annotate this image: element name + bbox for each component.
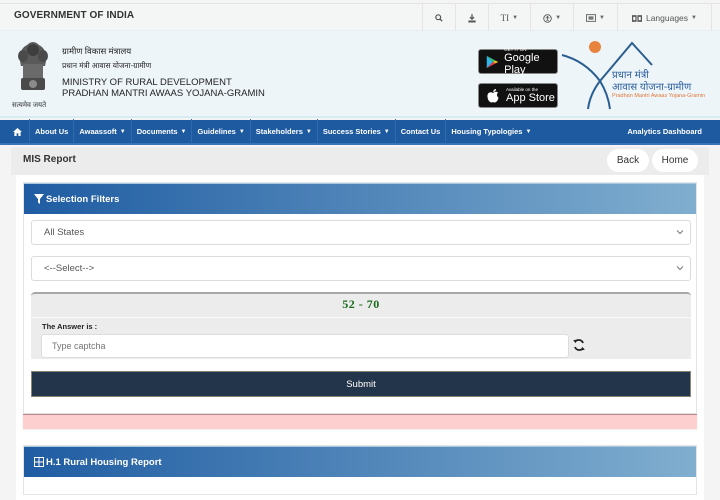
secondary-select[interactable]: <--Select-->	[31, 256, 691, 281]
table-icon	[34, 457, 44, 467]
secondary-select-value: <--Select-->	[44, 263, 95, 274]
nav-label: About Us	[35, 127, 69, 136]
pmay-logo-english: Pradhan Mantri Awaas Yojana-Gramin	[612, 93, 706, 99]
utility-tools: TI ▼ ▼ ▼ Languages ▼	[421, 4, 712, 32]
nav-about-us[interactable]: About Us	[30, 119, 75, 144]
chevron-down-icon: ▼	[180, 128, 187, 135]
hindi-scheme-name: प्रधान मंत्री आवास योजना-ग्रामीण	[62, 61, 152, 70]
selection-filters-header: Selection Filters	[24, 183, 696, 214]
nav-label: Stakeholders	[255, 127, 303, 136]
captcha-answer-label: The Answer is :	[42, 322, 98, 331]
google-play-big-text: Google Play	[504, 52, 540, 76]
pmay-logo-hindi-line2: आवास योजना-ग्रामीण	[612, 82, 692, 93]
languages-label: Languages	[645, 13, 689, 23]
chevron-down-icon: ▼	[383, 128, 390, 135]
search-button[interactable]	[421, 4, 455, 32]
nav-label: Contact Us	[400, 127, 441, 136]
scheme-name: PRADHAN MANTRI AWAAS YOJANA-GRAMIN	[62, 88, 265, 99]
nav-awaassoft[interactable]: Awaassoft ▼	[74, 119, 132, 144]
captcha-input[interactable]	[41, 334, 569, 358]
nav-label: Housing Typologies	[451, 127, 523, 136]
google-play-button[interactable]: GET IT ON Google Play	[478, 47, 558, 76]
refresh-captcha-icon[interactable]	[572, 338, 586, 352]
accessibility-icon	[543, 13, 552, 23]
home-button[interactable]: Home	[652, 149, 698, 172]
text-size-icon: TI	[500, 13, 510, 23]
language-icon	[631, 14, 642, 22]
filter-icon	[34, 194, 44, 204]
state-select-value: All States	[44, 227, 85, 238]
main-content: Selection Filters All States <--Select--…	[16, 175, 704, 500]
captcha-divider	[31, 317, 691, 318]
google-play-icon	[486, 55, 499, 68]
download-button[interactable]	[454, 4, 488, 32]
nav-analytics-dashboard[interactable]: Analytics Dashboard	[622, 119, 720, 144]
rural-housing-report-title: H.1 Rural Housing Report	[46, 456, 162, 468]
submit-button[interactable]: Submit	[31, 371, 691, 397]
captcha-box: 52 - 70 The Answer is :	[31, 292, 691, 359]
top-utility-bar: GOVERNMENT OF INDIA TI ▼ ▼ ▼ Languages ▼	[0, 3, 720, 32]
alert-message-bar	[23, 414, 697, 429]
app-store-button[interactable]: Available on the App Store	[478, 83, 558, 108]
main-navbar: About Us Awaassoft ▼ Documents ▼ Guideline…	[0, 119, 720, 145]
chevron-down-icon: ▼	[691, 15, 697, 21]
nav-stakeholders[interactable]: Stakeholders ▼	[251, 119, 318, 144]
chevron-down-icon: ▼	[512, 15, 519, 21]
site-titles: ग्रामीण विकास मंत्रालय प्रधान मंत्री आवा…	[62, 46, 265, 99]
captcha-code: 52 - 70	[342, 297, 380, 311]
state-select[interactable]: All States	[31, 220, 691, 245]
nav-success-stories[interactable]: Success Stories ▼	[318, 119, 396, 144]
nav-label: Analytics Dashboard	[627, 127, 702, 136]
ministry-name: MINISTRY OF RURAL DEVELOPMENT	[62, 77, 232, 88]
app-store-big-text: App Store	[506, 92, 555, 104]
government-label: GOVERNMENT OF INDIA	[14, 10, 135, 21]
nav-label: Success Stories	[322, 127, 381, 136]
rural-housing-report-card: H.1 Rural Housing Report	[23, 445, 697, 495]
nav-documents[interactable]: Documents ▼	[132, 119, 193, 144]
text-size-button[interactable]: TI ▼	[487, 4, 530, 32]
contrast-icon	[586, 14, 597, 22]
nav-label: Documents	[136, 127, 178, 136]
nav-label: Guidelines	[197, 127, 236, 136]
languages-dropdown[interactable]: Languages ▼	[616, 4, 712, 32]
page-heading-bar: MIS Report Back Home	[11, 147, 709, 175]
hindi-ministry-name: ग्रामीण विकास मंत्रालय	[62, 46, 132, 56]
rural-housing-report-header: H.1 Rural Housing Report	[24, 446, 696, 477]
nav-home[interactable]	[0, 119, 30, 144]
emblem-caption: सत्यमेव जयते	[12, 102, 47, 109]
display-settings-button[interactable]: ▼	[573, 4, 617, 32]
chevron-down-icon: ▼	[119, 128, 126, 135]
back-button[interactable]: Back	[607, 149, 649, 172]
nav-contact-us[interactable]: Contact Us	[396, 119, 447, 144]
accessibility-button[interactable]: ▼	[530, 4, 573, 32]
chevron-down-icon: ▼	[555, 15, 562, 21]
chevron-down-icon: ▼	[525, 128, 532, 135]
selection-filters-card: Selection Filters All States <--Select--…	[23, 182, 697, 414]
search-icon	[434, 14, 443, 22]
apple-icon	[487, 88, 499, 102]
download-icon	[468, 13, 476, 22]
chevron-down-icon	[676, 230, 684, 235]
nav-label: Awaassoft	[79, 127, 117, 136]
page-title: MIS Report	[23, 154, 76, 165]
nav-guidelines[interactable]: Guidelines ▼	[192, 119, 251, 144]
site-header: सत्यमेव जयते ग्रामीण विकास मंत्रालय प्रध…	[0, 31, 720, 118]
chevron-down-icon: ▼	[305, 128, 312, 135]
selection-filters-title: Selection Filters	[46, 193, 120, 205]
chevron-down-icon: ▼	[599, 15, 605, 21]
home-icon	[13, 127, 22, 136]
nav-housing-typologies[interactable]: Housing Typologies ▼	[446, 119, 536, 144]
chevron-down-icon	[676, 266, 684, 271]
chevron-down-icon: ▼	[238, 128, 245, 135]
